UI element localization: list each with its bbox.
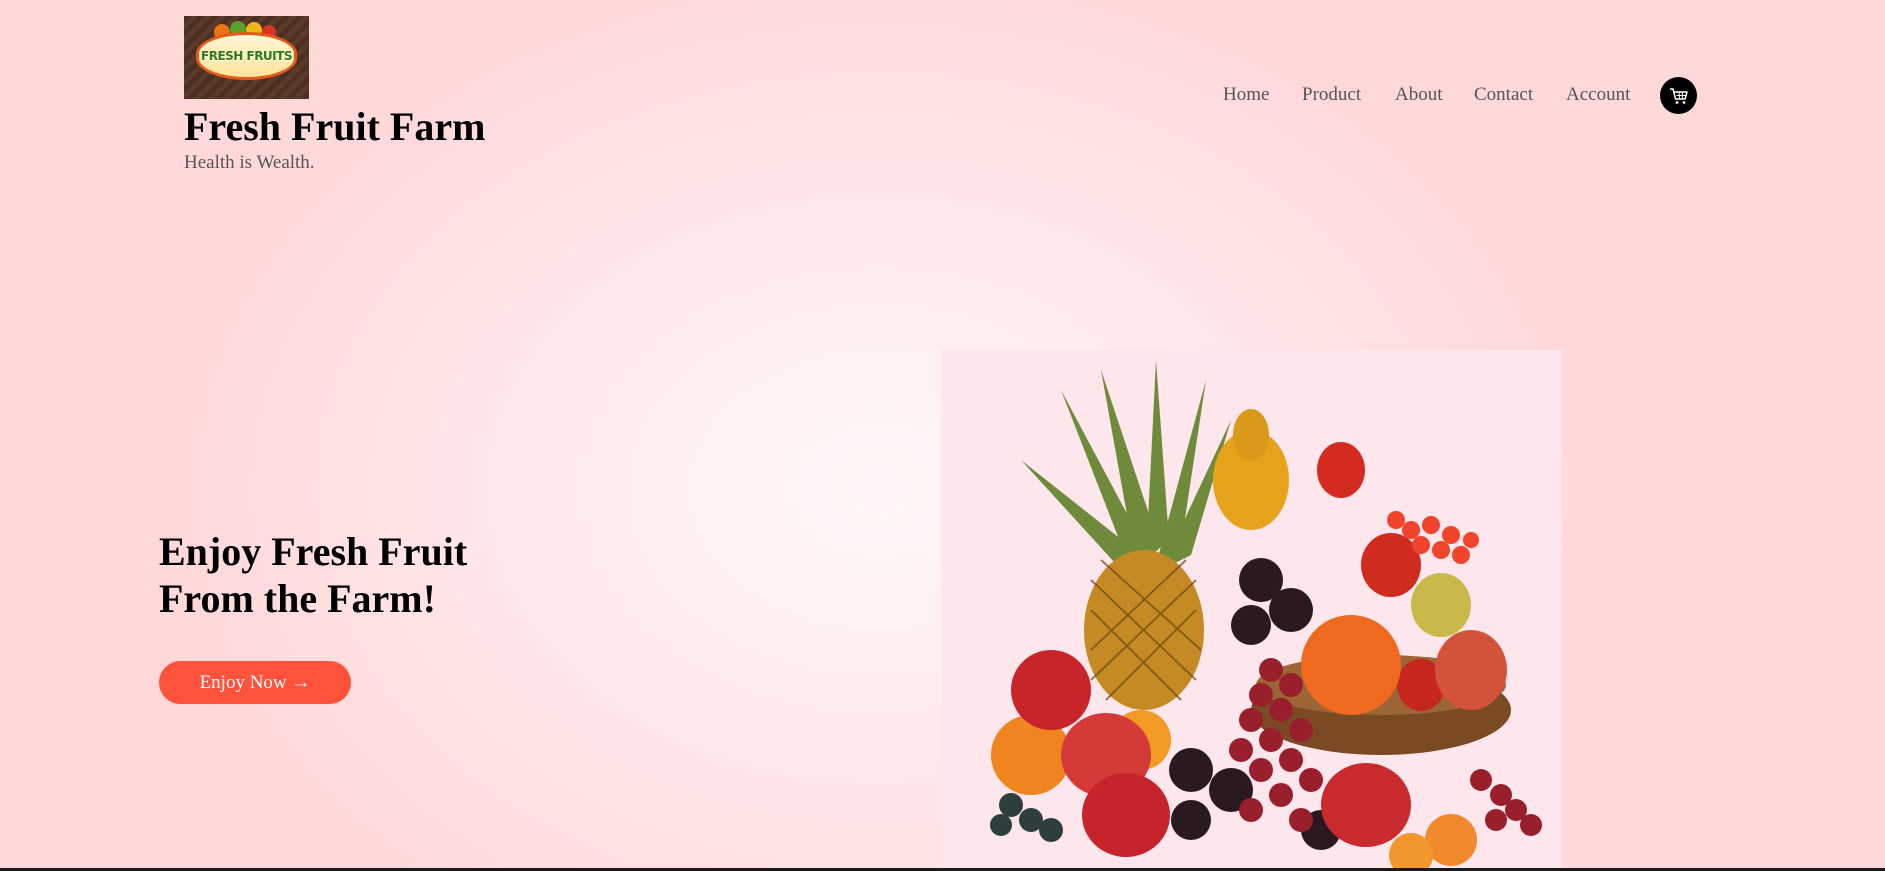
logo-text: FRESH FRUITS [201,49,292,63]
logo-badge: FRESH FRUITS [196,32,297,80]
logo[interactable]: FRESH FRUITS [184,16,309,99]
hero-title-line-2: From the Farm! [159,576,436,621]
fruit-basket-illustration [990,360,1542,871]
cart-button[interactable] [1660,77,1697,114]
shopping-cart-icon [1669,87,1688,104]
nav-account[interactable]: Account [1566,80,1630,110]
nav-home[interactable]: Home [1223,80,1269,110]
hero-title: Enjoy Fresh Fruit From the Farm! [159,528,579,622]
site-header: FRESH FRUITS Fresh Fruit Farm Health is … [0,0,1885,200]
nav-contact[interactable]: Contact [1474,80,1533,110]
fruit-basket-image [941,350,1562,871]
enjoy-now-button[interactable]: Enjoy Now → [159,661,351,704]
tagline: Health is Wealth. [184,152,315,173]
site-title: Fresh Fruit Farm [184,104,486,149]
nav-about[interactable]: About [1395,80,1443,110]
hero-title-line-1: Enjoy Fresh Fruit [159,529,468,574]
nav-product[interactable]: Product [1302,80,1361,110]
